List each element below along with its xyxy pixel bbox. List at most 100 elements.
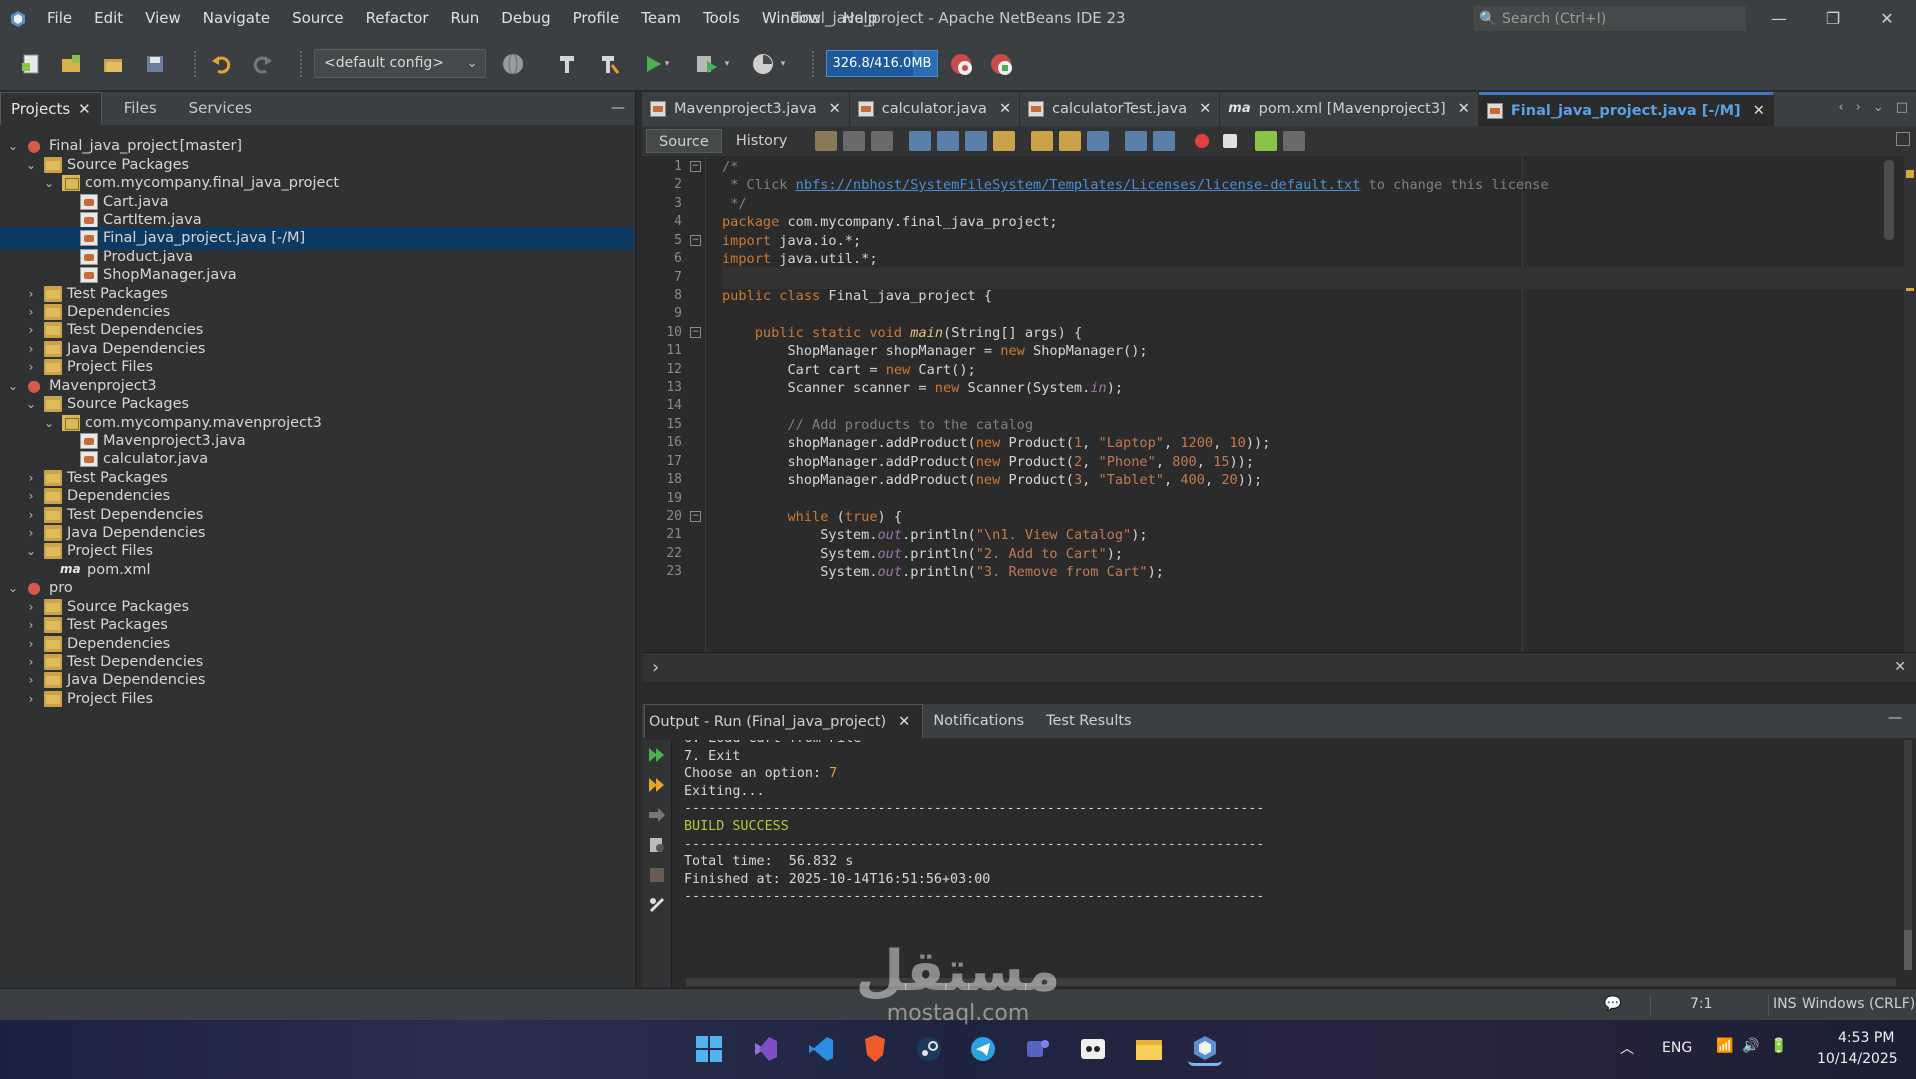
undo-icon[interactable] bbox=[206, 49, 236, 79]
cursor-position[interactable]: 7:1 bbox=[1690, 996, 1713, 1012]
code-line[interactable]: public class Final_java_project { bbox=[722, 285, 992, 308]
chevron-right-icon[interactable]: › bbox=[24, 489, 38, 503]
clock-date[interactable]: 10/14/2025 bbox=[1817, 1051, 1898, 1067]
chevron-right-icon[interactable]: › bbox=[24, 360, 38, 374]
close-icon[interactable]: ✕ bbox=[1894, 659, 1906, 675]
next-bookmark-icon[interactable] bbox=[1059, 131, 1082, 151]
output-horizontal-scrollbar[interactable] bbox=[686, 978, 1896, 986]
output-scrollbar[interactable] bbox=[1904, 740, 1912, 970]
chevron-down-icon[interactable]: ⌄ bbox=[6, 379, 20, 393]
close-window-button[interactable]: ✕ bbox=[1860, 0, 1914, 37]
stop-arrow-icon[interactable] bbox=[648, 806, 666, 824]
editor-tab[interactable]: ma pom.xml [Mavenproject3] ✕ bbox=[1220, 92, 1479, 126]
editor-scrollbar[interactable] bbox=[1884, 160, 1894, 240]
chevron-right-icon[interactable]: › bbox=[24, 655, 38, 669]
close-icon[interactable]: ✕ bbox=[1458, 92, 1470, 126]
tab-files[interactable]: Files bbox=[114, 92, 167, 125]
debug-icon[interactable] bbox=[692, 49, 722, 79]
error-stripe[interactable] bbox=[1904, 156, 1916, 652]
chevron-down-icon[interactable]: ⌄ bbox=[24, 397, 38, 411]
new-project-icon[interactable] bbox=[56, 49, 86, 79]
previous-bookmark-icon[interactable] bbox=[1031, 131, 1054, 151]
tab-services[interactable]: Services bbox=[179, 92, 262, 125]
run-dropdown-icon[interactable]: ▾ bbox=[660, 49, 674, 79]
close-icon[interactable]: ✕ bbox=[1199, 92, 1211, 126]
fold-toggle-icon[interactable]: − bbox=[690, 234, 701, 246]
toggle-bookmark-icon[interactable] bbox=[1087, 131, 1110, 151]
chevron-down-icon[interactable]: ⌄ bbox=[24, 158, 38, 172]
code-line[interactable]: Scanner scanner = new Scanner(System.in)… bbox=[722, 377, 1123, 400]
chevron-right-icon[interactable]: › bbox=[24, 637, 38, 651]
comment-icon[interactable] bbox=[1255, 131, 1278, 151]
chevron-right-icon[interactable]: › bbox=[24, 508, 38, 522]
editor-tab[interactable]: calculator.java ✕ bbox=[850, 92, 1021, 126]
profile-dropdown-icon[interactable]: ▾ bbox=[776, 49, 790, 79]
chevron-down-icon[interactable]: ⌄ bbox=[24, 544, 38, 558]
chevron-right-icon[interactable]: › bbox=[24, 526, 38, 540]
code-line[interactable]: System.out.println("3. Remove from Cart"… bbox=[722, 561, 1164, 584]
editor-tab[interactable]: Final_java_project.java [-/M] ✕ bbox=[1478, 92, 1774, 128]
menu-run[interactable]: Run bbox=[440, 0, 491, 37]
debug-dropdown-icon[interactable]: ▾ bbox=[720, 49, 734, 79]
clean-build-icon[interactable] bbox=[594, 49, 624, 79]
snapshot-icon[interactable] bbox=[986, 49, 1016, 79]
clock-time[interactable]: 4:53 PM bbox=[1838, 1030, 1894, 1046]
last-edit-icon[interactable] bbox=[815, 131, 838, 151]
search-input[interactable]: 🔍 Search (Ctrl+I) bbox=[1474, 6, 1746, 31]
shift-right-icon[interactable] bbox=[1153, 131, 1176, 151]
chevron-right-icon[interactable]: › bbox=[24, 287, 38, 301]
record-macro-icon[interactable] bbox=[1191, 131, 1214, 151]
wifi-icon[interactable]: 📶 bbox=[1716, 1038, 1733, 1054]
memory-indicator[interactable]: 326.8/416.0MB bbox=[826, 50, 938, 77]
chevron-right-icon[interactable]: › bbox=[24, 600, 38, 614]
tools-icon[interactable] bbox=[648, 896, 666, 914]
back-icon[interactable] bbox=[843, 131, 866, 151]
chevron-down-icon[interactable]: ⌄ bbox=[1873, 100, 1884, 115]
rerun-with-options-icon[interactable] bbox=[648, 776, 666, 794]
chevron-right-icon[interactable]: › bbox=[24, 692, 38, 706]
menu-tools[interactable]: Tools bbox=[692, 0, 751, 37]
menu-refactor[interactable]: Refactor bbox=[355, 0, 440, 37]
chevron-down-icon[interactable]: ⌄ bbox=[6, 581, 20, 595]
tab-notifications[interactable]: Notifications bbox=[929, 704, 1036, 738]
chevron-right-icon[interactable]: › bbox=[24, 471, 38, 485]
editor-tab[interactable]: Mavenproject3.java ✕ bbox=[642, 92, 850, 126]
fold-toggle-icon[interactable]: − bbox=[690, 510, 701, 522]
code-line[interactable]: import java.util.*; bbox=[722, 248, 878, 271]
chevron-left-icon[interactable]: ‹ bbox=[1838, 100, 1843, 115]
menu-profile[interactable]: Profile bbox=[562, 0, 631, 37]
find-icon[interactable] bbox=[909, 131, 932, 151]
settings-icon[interactable] bbox=[648, 836, 666, 854]
chevron-right-icon[interactable]: › bbox=[24, 342, 38, 356]
code-editor[interactable]: 1 2 3 4 5 6 7 8 9 10 11 12 13 14 15 16 17 18 19 20 21 22 23 − −… bbox=[642, 156, 1904, 652]
menu-help[interactable]: Help bbox=[832, 0, 888, 37]
chevron-right-icon[interactable]: › bbox=[24, 673, 38, 687]
menu-source[interactable]: Source bbox=[281, 0, 355, 37]
open-project-icon[interactable] bbox=[98, 49, 128, 79]
close-icon[interactable]: ✕ bbox=[1753, 94, 1765, 128]
code-line[interactable]: * Click nbfs://nbhost/SystemFileSystem/T… bbox=[722, 174, 1548, 197]
config-select[interactable]: <default config> ⌄ bbox=[314, 49, 486, 78]
chevron-right-icon[interactable]: › bbox=[24, 618, 38, 632]
chevron-right-icon[interactable]: › bbox=[24, 323, 38, 337]
minimize-panel-icon[interactable]: — bbox=[611, 100, 625, 116]
toggle-highlight-icon[interactable] bbox=[993, 131, 1016, 151]
fold-toggle-icon[interactable]: − bbox=[690, 161, 701, 172]
menu-navigate[interactable]: Navigate bbox=[192, 0, 281, 37]
notifications-icon[interactable]: 💬 bbox=[1604, 996, 1621, 1012]
menu-file[interactable]: File bbox=[36, 0, 83, 37]
chevron-down-icon[interactable]: ⌄ bbox=[42, 176, 56, 190]
code-lines[interactable]: /* * Click nbfs://nbhost/SystemFileSyste… bbox=[722, 156, 1904, 652]
profile-icon[interactable] bbox=[748, 49, 778, 79]
menu-team[interactable]: Team bbox=[630, 0, 692, 37]
maximize-icon[interactable]: □ bbox=[1896, 100, 1908, 115]
rerun-icon[interactable] bbox=[648, 746, 666, 764]
netbeans-logo-icon[interactable] bbox=[0, 0, 36, 37]
close-icon[interactable]: ✕ bbox=[898, 714, 910, 730]
web-browser-icon[interactable] bbox=[498, 49, 528, 79]
tab-output-run[interactable]: Output - Run (Final_java_project) ✕ bbox=[644, 704, 924, 738]
menu-view[interactable]: View bbox=[134, 0, 192, 37]
minimize-panel-icon[interactable]: — bbox=[1888, 710, 1902, 726]
history-tab[interactable]: History bbox=[724, 129, 800, 153]
tab-projects[interactable]: Projects ✕ bbox=[0, 92, 102, 125]
